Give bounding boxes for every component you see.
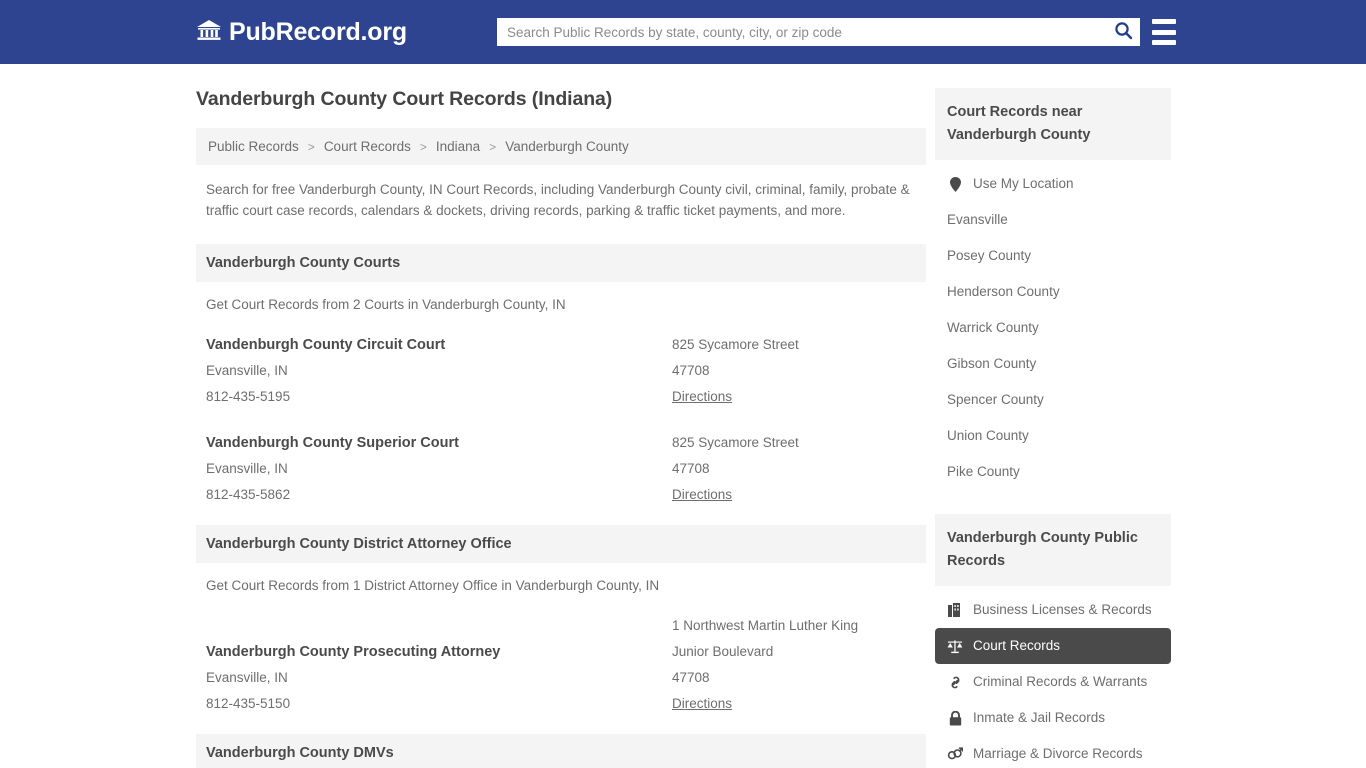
search-input[interactable] [497, 19, 1106, 45]
attorney-address-line2: Junior Boulevard [672, 644, 774, 659]
attorney-city-state: Evansville, IN [206, 670, 288, 685]
bank-building-icon [196, 18, 222, 47]
court-entry: Vandenburgh County Circuit Court Evansvi… [196, 312, 926, 410]
sidebar-item-pike-county[interactable]: Pike County [935, 454, 1171, 490]
breadcrumb-item-vanderburgh-county[interactable]: Vanderburgh County [503, 139, 631, 154]
court-address: 825 Sycamore Street [672, 435, 799, 450]
sidebar-item-label: Union County [947, 428, 1029, 443]
breadcrumb-separator: > [489, 139, 497, 154]
sidebar-item-business-licenses[interactable]: Business Licenses & Records [935, 592, 1171, 628]
sidebar-item-label: Henderson County [947, 284, 1060, 299]
sidebar-item-label: Pike County [947, 464, 1020, 479]
attorney-phone: 812-435-5150 [206, 696, 291, 711]
sidebar-item-criminal-records[interactable]: Criminal Records & Warrants [935, 664, 1171, 700]
sidebar-item-label: Inmate & Jail Records [973, 710, 1106, 725]
court-name: Vandenburgh County Superior Court [206, 435, 459, 451]
site-header: PubRecord.org [0, 0, 1366, 64]
breadcrumb-item-public-records[interactable]: Public Records [206, 139, 301, 154]
section-heading-courts: Vanderburgh County Courts [196, 244, 926, 282]
sidebar-item-marriage-divorce-records[interactable]: Marriage & Divorce Records [935, 736, 1171, 768]
sidebar-item-label: Marriage & Divorce Records [973, 746, 1143, 761]
sidebar-item-evansville[interactable]: Evansville [935, 202, 1171, 238]
search-icon [1114, 21, 1133, 43]
court-entry-address: 825 Sycamore Street 47708 Directions [672, 430, 916, 508]
breadcrumb-separator: > [307, 139, 315, 154]
court-entry: Vandenburgh County Superior Court Evansv… [196, 410, 926, 508]
sidebar-heading-public-records: Vanderburgh County Public Records [935, 514, 1171, 586]
sidebar-item-label: Court Records [973, 638, 1061, 653]
court-phone: 812-435-5195 [206, 389, 291, 404]
page-body: Vanderburgh County Court Records (Indian… [0, 64, 1366, 768]
sidebar-item-label: Criminal Records & Warrants [973, 674, 1148, 689]
sidebar-item-gibson-county[interactable]: Gibson County [935, 346, 1171, 382]
sidebar-item-inmate-jail-records[interactable]: Inmate & Jail Records [935, 700, 1171, 736]
page-intro-text: Search for free Vanderburgh County, IN C… [206, 182, 910, 218]
court-entry-details: Vandenburgh County Circuit Court Evansvi… [206, 332, 672, 410]
sidebar-item-label: Posey County [947, 248, 1032, 263]
attorney-entry: Vanderburgh County Prosecuting Attorney … [196, 593, 926, 717]
court-city-state: Evansville, IN [206, 363, 288, 378]
breadcrumb: Public Records > Court Records > Indiana… [196, 128, 926, 165]
briefcase-icon [947, 602, 963, 618]
court-zip: 47708 [672, 363, 710, 378]
attorney-entry-details: Vanderburgh County Prosecuting Attorney … [206, 639, 672, 717]
hamburger-menu-icon[interactable] [1152, 19, 1176, 45]
sidebar-item-union-county[interactable]: Union County [935, 418, 1171, 454]
attorney-entry-address: 1 Northwest Martin Luther King Junior Bo… [672, 613, 916, 717]
section-heading-district-attorney: Vanderburgh County District Attorney Off… [196, 525, 926, 563]
gender-symbols-icon [947, 746, 963, 762]
sidebar-item-label: Gibson County [947, 356, 1037, 371]
site-logo-text: PubRecord.org [229, 17, 407, 46]
sidebar-item-label: Spencer County [947, 392, 1044, 407]
sidebar-item-use-my-location[interactable]: Use My Location [935, 166, 1171, 202]
sidebar-item-warrick-county[interactable]: Warrick County [935, 310, 1171, 346]
court-zip: 47708 [672, 461, 710, 476]
attorney-address-line1: 1 Northwest Martin Luther King [672, 618, 859, 633]
section-subtitle-courts: Get Court Records from 2 Courts in Vande… [206, 297, 566, 312]
court-entry-details: Vandenburgh County Superior Court Evansv… [206, 430, 672, 508]
sidebar-public-records-list: Business Licenses & Records Court Record… [935, 586, 1171, 768]
court-name: Vandenburgh County Circuit Court [206, 337, 446, 353]
directions-link[interactable]: Directions [672, 691, 732, 717]
court-city-state: Evansville, IN [206, 461, 288, 476]
section-heading-dmvs: Vanderburgh County DMVs [196, 734, 926, 768]
scales-of-justice-icon [947, 638, 963, 654]
sidebar-item-label: Use My Location [973, 176, 1074, 191]
sidebar: Court Records near Vanderburgh County Us… [935, 88, 1171, 768]
breadcrumb-item-court-records[interactable]: Court Records [322, 139, 413, 154]
padlock-icon [947, 710, 963, 726]
sidebar-item-label: Warrick County [947, 320, 1039, 335]
search-bar[interactable] [497, 18, 1140, 46]
directions-link[interactable]: Directions [672, 384, 732, 410]
map-pin-icon [947, 176, 963, 192]
breadcrumb-separator: > [419, 139, 427, 154]
section-subtitle-district-attorney: Get Court Records from 1 District Attorn… [206, 578, 660, 593]
court-address: 825 Sycamore Street [672, 337, 799, 352]
sidebar-item-spencer-county[interactable]: Spencer County [935, 382, 1171, 418]
page-title: Vanderburgh County Court Records (Indian… [196, 88, 613, 110]
court-entry-address: 825 Sycamore Street 47708 Directions [672, 332, 916, 410]
attorney-name: Vanderburgh County Prosecuting Attorney [206, 644, 501, 660]
sidebar-item-posey-county[interactable]: Posey County [935, 238, 1171, 274]
site-logo-link[interactable]: PubRecord.org [196, 18, 407, 47]
chain-link-icon [947, 674, 963, 690]
sidebar-heading-nearby: Court Records near Vanderburgh County [935, 88, 1171, 160]
directions-link[interactable]: Directions [672, 482, 732, 508]
sidebar-item-label: Evansville [947, 212, 1008, 227]
court-phone: 812-435-5862 [206, 487, 291, 502]
breadcrumb-item-indiana[interactable]: Indiana [434, 139, 482, 154]
search-button[interactable] [1106, 18, 1140, 46]
main-content: Vanderburgh County Court Records (Indian… [196, 88, 926, 768]
sidebar-item-court-records[interactable]: Court Records [935, 628, 1171, 664]
sidebar-nearby-list: Use My Location Evansville Posey County … [935, 160, 1171, 490]
attorney-zip: 47708 [672, 670, 710, 685]
sidebar-item-henderson-county[interactable]: Henderson County [935, 274, 1171, 310]
sidebar-item-label: Business Licenses & Records [973, 602, 1152, 617]
